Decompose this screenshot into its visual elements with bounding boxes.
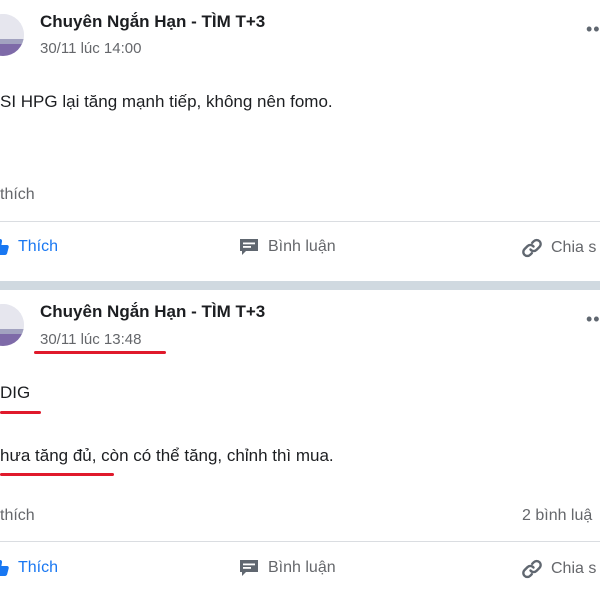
comment-button[interactable]: Bình luận	[238, 237, 336, 257]
likes-summary[interactable]: thích	[0, 186, 35, 204]
post-text: SI HPG lại tăng mạnh tiếp, không nên fom…	[0, 92, 333, 111]
author-name[interactable]: Chuyên Ngắn Hạn - TÌM T+3	[40, 12, 265, 32]
more-horizontal-icon[interactable]: •••	[586, 20, 600, 38]
comment-label: Bình luận	[268, 238, 336, 255]
divider	[0, 541, 600, 542]
share-button[interactable]: Chia s	[521, 237, 596, 259]
feed-separator	[0, 281, 600, 290]
annotation-underline	[0, 473, 114, 476]
annotation-underline	[34, 351, 166, 354]
thumbs-up-icon	[0, 239, 9, 255]
like-label: Thích	[18, 559, 59, 576]
author-name[interactable]: Chuyên Ngắn Hạn - TÌM T+3	[40, 302, 265, 322]
more-horizontal-icon[interactable]: •••	[586, 310, 600, 328]
comment-label: Bình luận	[268, 559, 336, 576]
like-button[interactable]: Thích	[0, 558, 58, 578]
annotation-underline	[0, 411, 41, 414]
share-link-icon	[522, 238, 542, 258]
avatar-top	[0, 14, 24, 40]
comment-count[interactable]: 2 bình luậ	[522, 507, 592, 525]
comment-icon	[240, 560, 258, 576]
post-timestamp[interactable]: 30/11 lúc 14:00	[40, 40, 141, 57]
comment-button[interactable]: Bình luận	[238, 558, 336, 578]
share-label: Chia s	[551, 239, 597, 256]
avatar[interactable]	[0, 14, 24, 56]
divider	[0, 221, 600, 222]
avatar-bottom	[0, 44, 24, 56]
like-label: Thích	[18, 238, 59, 255]
comment-icon	[240, 239, 258, 255]
post-timestamp[interactable]: 30/11 lúc 13:48	[40, 331, 141, 348]
like-button[interactable]: Thích	[0, 237, 58, 257]
share-button[interactable]: Chia s	[521, 558, 596, 580]
post-text-line: hưa tăng đủ, còn có thể tăng, chỉnh thì …	[0, 446, 334, 465]
share-label: Chia s	[551, 560, 597, 577]
post-card: Chuyên Ngắn Hạn - TÌM T+3 30/11 lúc 14:0…	[0, 0, 600, 281]
avatar-bottom	[0, 334, 24, 346]
post-text-line: DIG	[0, 383, 31, 402]
avatar[interactable]	[0, 304, 24, 346]
avatar-top	[0, 304, 24, 330]
thumbs-up-icon	[0, 560, 9, 576]
share-link-icon	[522, 559, 542, 579]
likes-summary[interactable]: thích	[0, 507, 35, 525]
post-card: Chuyên Ngắn Hạn - TÌM T+3 30/11 lúc 13:4…	[0, 290, 600, 600]
